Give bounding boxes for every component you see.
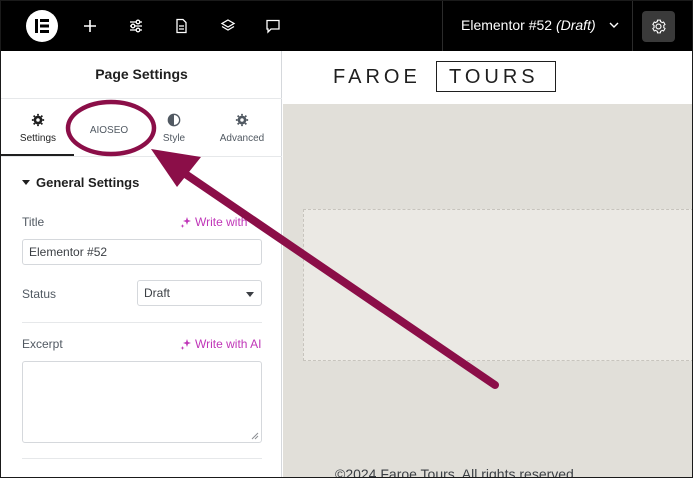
resize-handle-icon[interactable] [251,432,259,440]
page-canvas: FAROE TOURS ©2024 Faroe Tours. All right… [283,51,692,478]
tab-label: Advanced [219,133,265,144]
document-title-dropdown[interactable]: Elementor #52 (Draft) [461,17,620,33]
title-input[interactable]: Elementor #52 [22,239,262,265]
gear-icon [652,19,666,34]
sparkle-icon [180,339,191,350]
page-structure-button[interactable] [164,9,198,43]
write-with-ai-excerpt-button[interactable]: Write with AI [180,337,261,351]
document-status: (Draft) [555,17,596,33]
tab-label: AIOSEO [89,125,129,136]
topbar-divider [442,1,443,51]
footer-copyright: ©2024 Faroe Tours. All rights reserved. [335,466,578,478]
divider [1,98,282,99]
top-bar: Elementor #52 (Draft) [1,1,692,51]
document-icon [176,18,187,34]
empty-section-placeholder[interactable] [303,209,692,361]
gear-icon [31,113,45,127]
page-settings-panel: Page Settings Settings AIOSEO Style Adva… [1,51,282,477]
caret-down-icon [246,292,254,297]
brand-text-right: TOURS [449,66,539,88]
sparkle-icon [180,217,191,228]
status-select[interactable]: Draft [137,280,262,306]
write-with-ai-label: Write with AI [195,337,262,351]
tab-aioseo[interactable]: AIOSEO [74,121,144,136]
topbar-divider [632,1,633,51]
panel-title: Page Settings [95,66,188,82]
comment-icon [266,19,280,34]
section-title: General Settings [36,175,140,190]
caret-down-icon [22,180,30,185]
site-settings-button[interactable] [119,9,153,43]
divider [22,322,262,323]
title-label: Title [22,215,45,229]
contrast-icon [167,113,181,127]
chevron-down-icon [609,22,619,28]
app-window: Elementor #52 (Draft) Page Settings Sett… [0,0,693,478]
status-value: Draft [144,286,171,300]
brand-text-left: FAROE [333,66,421,88]
excerpt-textarea[interactable] [22,361,262,443]
tab-settings[interactable]: Settings [3,111,73,144]
status-label: Status [22,287,57,301]
tab-style[interactable]: Style [139,111,209,144]
navigator-button[interactable] [211,9,245,43]
divider [22,458,262,459]
sliders-icon [130,19,142,33]
write-with-ai-title-button[interactable]: Write with [180,215,247,229]
tab-advanced[interactable]: Advanced [207,111,277,144]
divider [1,156,282,157]
page-settings-button[interactable] [642,11,675,42]
document-name: Elementor #52 [461,17,553,33]
section-toggle-general-settings[interactable]: General Settings [22,175,139,190]
layers-icon [220,19,236,31]
gear-icon [235,113,249,127]
elementor-logo-icon [35,19,49,33]
tab-label: Style [162,133,186,144]
add-element-button[interactable] [73,9,107,43]
notes-button[interactable] [256,9,290,43]
write-with-ai-label: Write with [195,215,248,229]
excerpt-label: Excerpt [22,337,63,351]
tab-label: Settings [19,133,57,144]
plus-icon [84,20,96,32]
elementor-logo-button[interactable] [26,10,58,42]
